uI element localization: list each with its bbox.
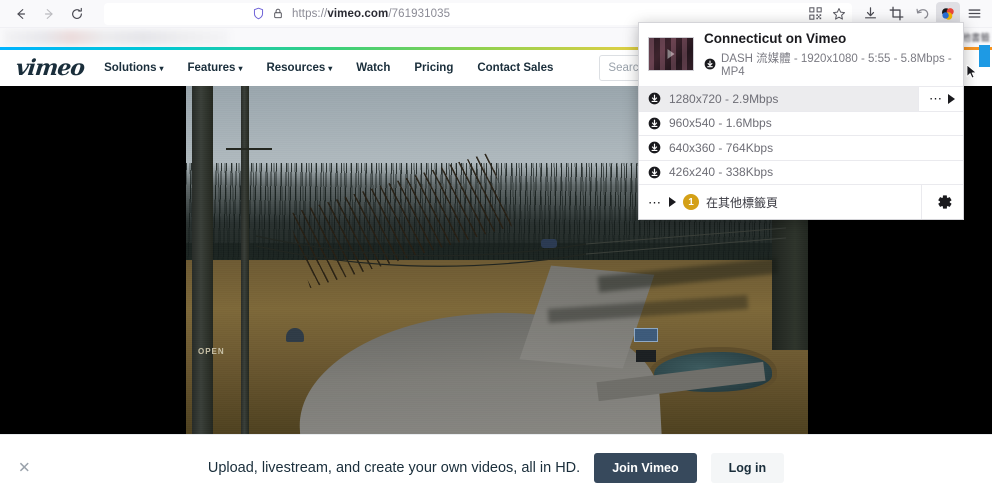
qr-code-icon[interactable] xyxy=(809,7,822,20)
chevron-down-icon: ▾ xyxy=(328,63,333,73)
popup-header: Connecticut on Vimeo DASH 流媒體 - 1920x108… xyxy=(639,23,963,86)
other-tabs-label[interactable]: 在其他標籤頁 xyxy=(706,194,778,211)
popup-subtitle: DASH 流媒體 - 1920x1080 - 5:55 - 5.8Mbps - … xyxy=(721,53,952,79)
video-thumbnail[interactable] xyxy=(648,37,694,72)
quality-label: 426x240 - 338Kbps xyxy=(669,165,774,180)
download-circle-icon xyxy=(648,142,661,154)
thumbnail-image xyxy=(649,38,693,71)
gear-icon xyxy=(938,195,952,209)
back-button[interactable] xyxy=(8,2,34,26)
crop-icon xyxy=(889,6,903,21)
quality-option-640x360[interactable]: 640x360 - 764Kbps xyxy=(639,136,963,161)
close-x-icon[interactable]: ✕ xyxy=(18,460,31,475)
vimeo-logo[interactable]: vimeo xyxy=(15,55,86,81)
nav-item-features[interactable]: Features ▾ xyxy=(188,62,243,74)
arrow-left-icon xyxy=(17,8,26,19)
join-vimeo-button[interactable]: Join Vimeo xyxy=(594,452,697,483)
play-triangle-icon[interactable] xyxy=(948,93,955,104)
nav-label: Features xyxy=(187,62,236,74)
hamburger-menu-icon xyxy=(968,9,980,18)
reload-icon xyxy=(72,7,82,19)
banner-text: Upload, livestream, and create your own … xyxy=(207,459,581,476)
popup-footer: ⋯ 1 在其他標籤頁 xyxy=(639,185,963,220)
popup-title: Connecticut on Vimeo xyxy=(704,31,847,46)
page-scrollbar-thumb[interactable] xyxy=(979,45,990,67)
download-circle-icon xyxy=(648,93,661,105)
nav-label: Resources xyxy=(266,62,326,74)
nav-item-solutions[interactable]: Solutions ▾ xyxy=(104,62,163,74)
url-path: /761931035 xyxy=(388,7,451,20)
star-icon[interactable] xyxy=(832,7,846,21)
url-domain: vimeo.com xyxy=(327,7,389,20)
url-text: https://vimeo.com/761931035 xyxy=(292,8,450,20)
nav-label: Solutions xyxy=(104,62,157,74)
forward-button[interactable] xyxy=(36,2,62,26)
menu-icon[interactable] xyxy=(962,2,986,26)
download-circle-icon xyxy=(648,166,661,179)
address-bar-icons xyxy=(252,7,284,20)
quality-label: 1280x720 - 2.9Mbps xyxy=(669,91,779,106)
signup-banner: ✕ Upload, livestream, and create your ow… xyxy=(0,434,992,500)
nav-item-contact-sales[interactable]: Contact Sales xyxy=(477,62,553,74)
arrow-right-icon xyxy=(44,8,53,19)
other-bookmarks-label[interactable]: 他書籤 xyxy=(961,30,990,44)
navigation-buttons xyxy=(0,2,90,26)
quality-option-426x240[interactable]: 426x240 - 338Kbps xyxy=(639,161,963,186)
popup-subtitle-row: DASH 流媒體 - 1920x1080 - 5:55 - 5.8Mbps - … xyxy=(704,50,954,78)
quality-list: 1280x720 - 2.9Mbps ⋯ 960x540 - 1.6Mbps 6… xyxy=(639,86,963,186)
ellipsis-icon[interactable]: ⋯ xyxy=(929,92,943,105)
other-tabs-badge: 1 xyxy=(683,194,699,211)
nav-item-resources[interactable]: Resources ▾ xyxy=(266,62,332,74)
reload-button[interactable] xyxy=(64,2,90,26)
settings-button[interactable] xyxy=(921,185,954,220)
popup-header-text: Connecticut on Vimeo DASH 流媒體 - 1920x108… xyxy=(704,30,954,78)
nav-item-pricing[interactable]: Pricing xyxy=(414,62,453,74)
shield-icon[interactable] xyxy=(252,7,265,20)
mouse-cursor-icon xyxy=(966,64,977,79)
chevron-down-icon: ▾ xyxy=(238,63,243,73)
download-circle-icon xyxy=(704,58,716,70)
ellipsis-icon[interactable]: ⋯ xyxy=(648,196,662,209)
download-arrow-icon xyxy=(864,7,876,19)
chevron-down-icon: ▾ xyxy=(159,63,164,73)
download-helper-popup[interactable]: Connecticut on Vimeo DASH 流媒體 - 1920x108… xyxy=(638,22,964,221)
lock-icon[interactable] xyxy=(272,7,284,20)
video-downloadhelper-icon xyxy=(942,7,954,20)
address-bar-actions xyxy=(809,7,846,21)
quality-label: 960x540 - 1.6Mbps xyxy=(669,116,772,131)
quality-option-960x540[interactable]: 960x540 - 1.6Mbps xyxy=(639,112,963,137)
bookmarks-items-blurred[interactable] xyxy=(4,30,229,45)
quality-option-1280x720[interactable]: 1280x720 - 2.9Mbps ⋯ xyxy=(639,87,963,112)
quality-label: 640x360 - 764Kbps xyxy=(669,140,774,155)
quality-row-actions: ⋯ xyxy=(918,87,963,111)
undo-arrow-icon xyxy=(915,8,928,19)
nav-item-watch[interactable]: Watch xyxy=(356,62,390,74)
url-prefix: https:// xyxy=(292,7,328,20)
play-triangle-icon[interactable] xyxy=(669,197,676,208)
login-button[interactable]: Log in xyxy=(710,452,785,483)
download-circle-icon xyxy=(648,117,661,130)
screen: https://vimeo.com/761931035 他書籤 vimeo So… xyxy=(0,0,992,500)
